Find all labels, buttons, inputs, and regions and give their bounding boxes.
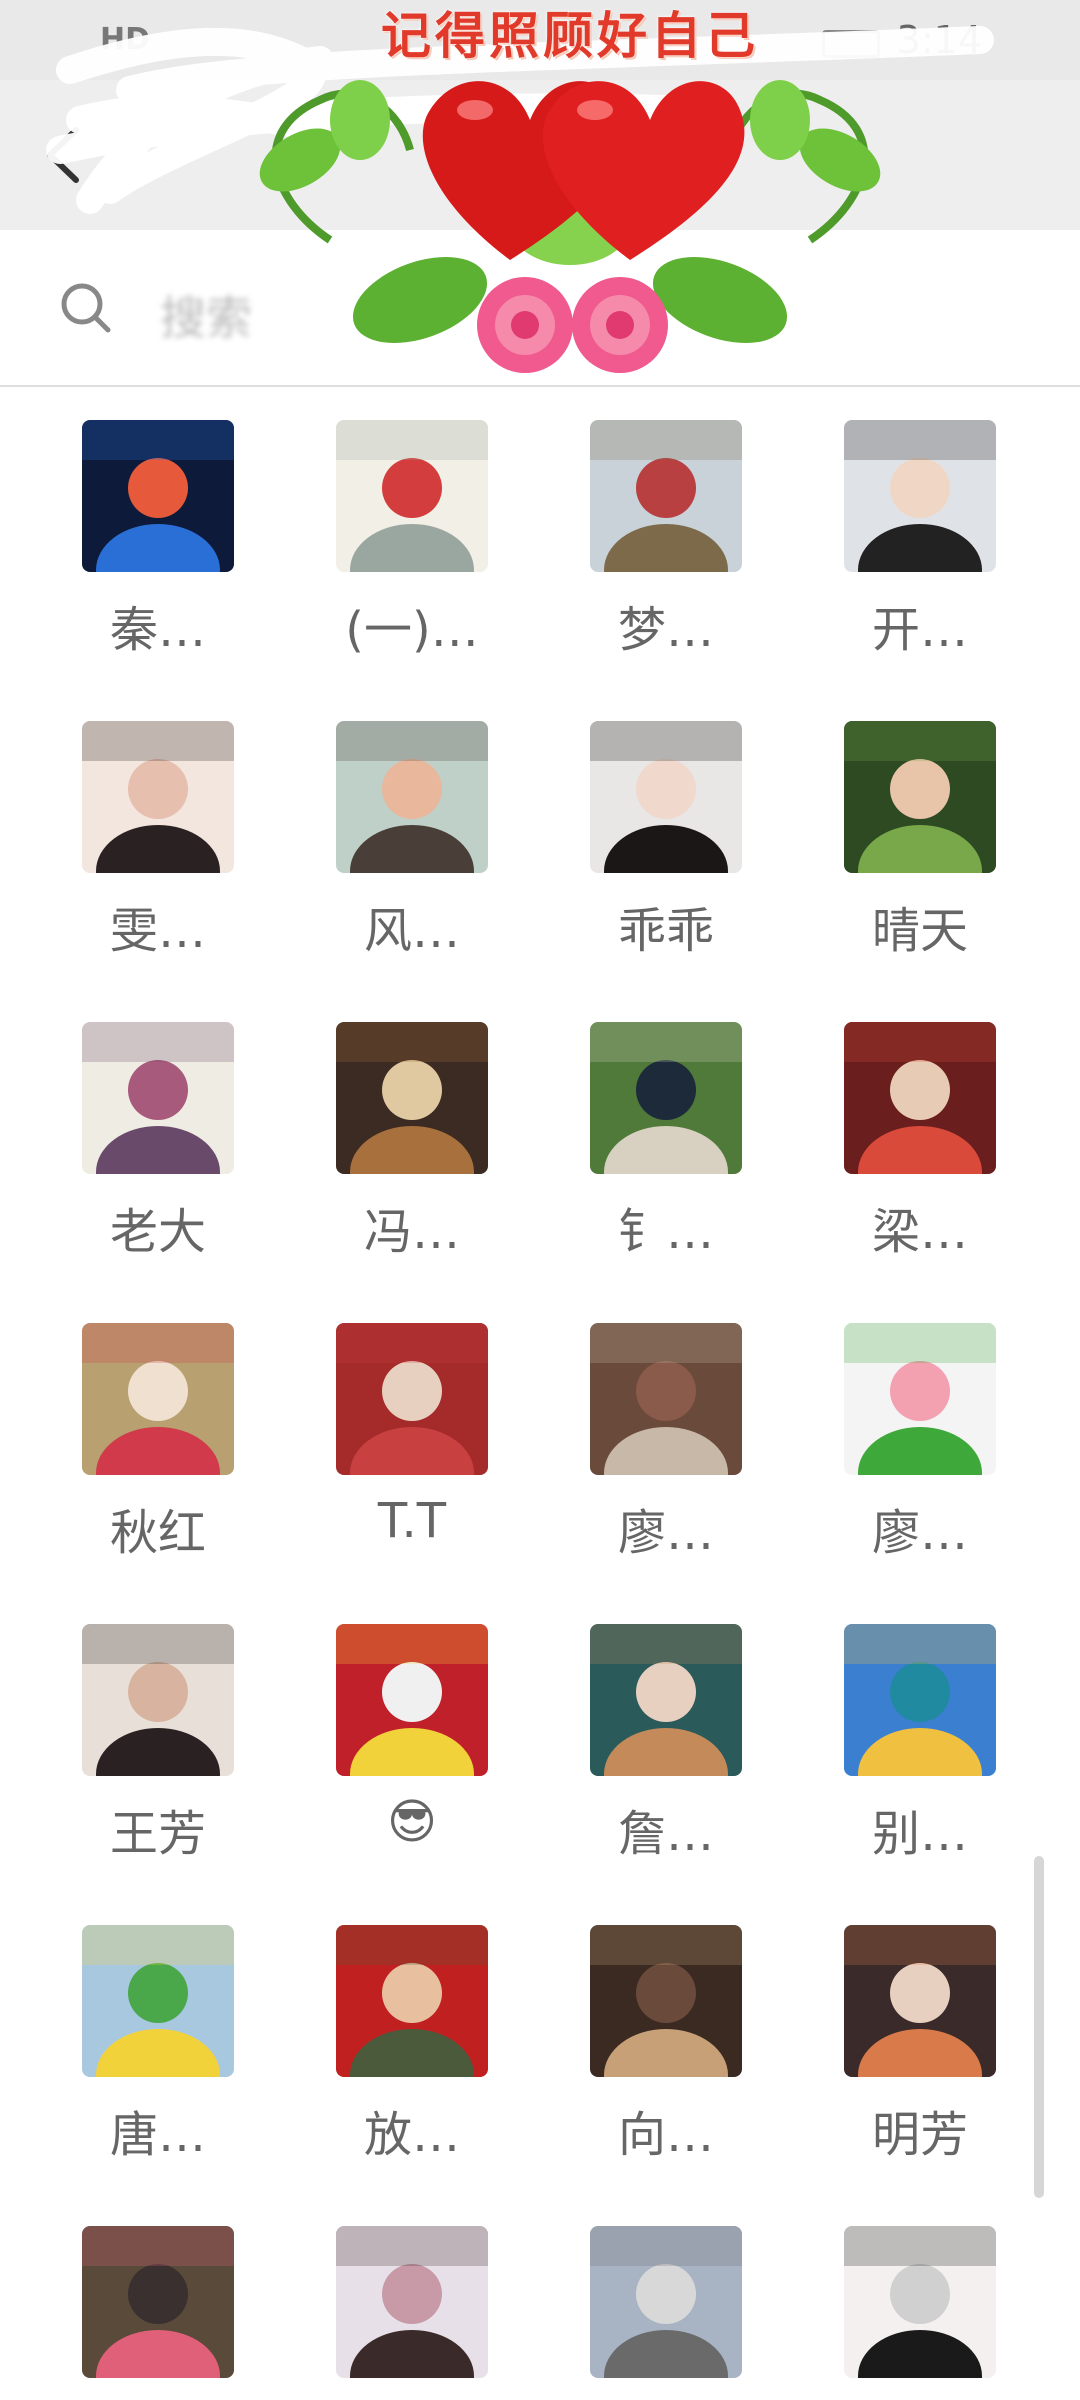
member-name: 放… [363,2107,460,2163]
member-name: 梁… [871,1204,968,1260]
member-name: 冯… [363,1204,460,1260]
member-avatar[interactable] [336,2226,488,2378]
member-name: 乖乖 [617,903,714,959]
member-name: 向… [617,2107,714,2163]
member-name: 秦… [109,602,206,658]
member-avatar[interactable] [82,1925,234,2077]
member-name: (一)… [345,602,479,658]
member-avatar[interactable] [82,1323,234,1475]
member-name: 梦… [617,602,714,658]
member-name: 钅… [617,1204,714,1260]
member-name: 晴天 [871,903,968,959]
member-name: 廖… [617,1505,714,1561]
member-avatar[interactable] [82,420,234,572]
member-name: 别… [871,1806,968,1862]
member-grid: 秦… (一)… 梦… 开… 雯… 风… 乖乖 晴天老大 冯… 钅… 梁… 秋红 T.T 廖… 廖… 王芳 😎 詹…… [0,0,1080,2400]
member-avatar[interactable] [844,1624,996,1776]
member-name: 开… [871,602,968,658]
member-avatar[interactable] [82,2226,234,2378]
member-avatar[interactable] [336,420,488,572]
member-name: 明芳 [871,2107,968,2163]
scrollbar[interactable] [1034,1856,1044,2198]
member-avatar[interactable] [590,721,742,873]
member-name: 雯… [109,903,206,959]
member-avatar[interactable] [336,1925,488,2077]
member-name: 风… [363,903,460,959]
member-avatar[interactable] [82,721,234,873]
member-avatar[interactable] [844,420,996,572]
member-avatar[interactable] [590,1022,742,1174]
member-name: 王芳 [109,1806,206,1862]
member-avatar[interactable] [336,1624,488,1776]
member-name: 秋红 [109,1505,206,1561]
member-avatar[interactable] [844,1323,996,1475]
member-avatar[interactable] [590,2226,742,2378]
member-name: 廖… [871,1505,968,1561]
member-avatar[interactable] [590,1624,742,1776]
member-avatar[interactable] [336,1323,488,1475]
member-avatar[interactable] [590,420,742,572]
member-avatar[interactable] [590,1323,742,1475]
member-avatar[interactable] [336,721,488,873]
member-avatar[interactable] [82,1624,234,1776]
member-avatar[interactable] [844,1925,996,2077]
member-name: 詹… [617,1806,714,1862]
member-name: 老大 [109,1204,206,1260]
member-name: 唐… [109,2107,206,2163]
member-name: 😎 [386,1794,438,1850]
member-name: T.T [377,1493,447,1549]
member-avatar[interactable] [82,1022,234,1174]
member-avatar[interactable] [844,2226,996,2378]
member-avatar[interactable] [844,721,996,873]
member-avatar[interactable] [844,1022,996,1174]
member-avatar[interactable] [336,1022,488,1174]
member-avatar[interactable] [590,1925,742,2077]
